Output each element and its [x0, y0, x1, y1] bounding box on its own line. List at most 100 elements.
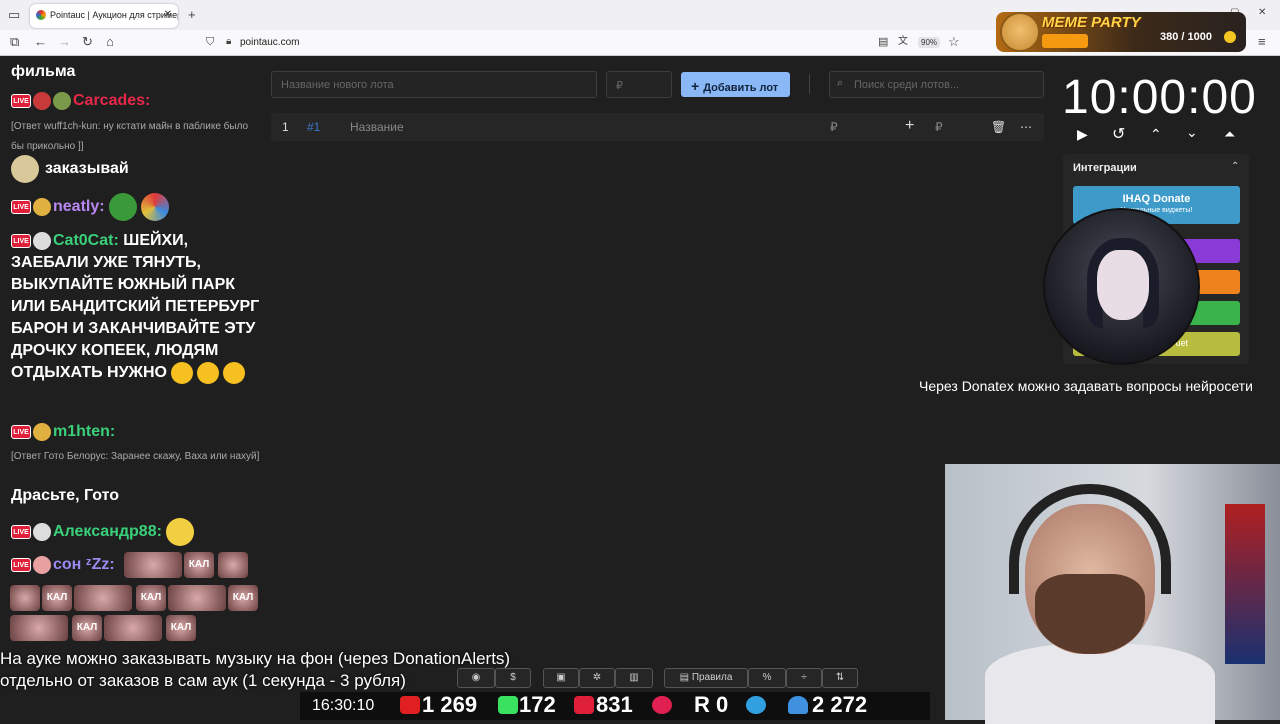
- sidebar-icon[interactable]: ⧉: [10, 35, 19, 49]
- new-lot-input[interactable]: Название нового лота: [271, 71, 597, 98]
- stream-clock: 16:30:10: [312, 697, 375, 714]
- add-lot-button[interactable]: + Добавить лот: [681, 72, 790, 97]
- ihaq-donate-label: IHAQ Donate: [1122, 193, 1191, 205]
- shield-icon[interactable]: ⛉: [206, 35, 214, 49]
- badge-icon: [33, 556, 51, 574]
- forward-icon[interactable]: →: [58, 35, 71, 49]
- lot-name[interactable]: Название: [350, 120, 404, 134]
- reset-timer-icon[interactable]: ↺: [1112, 124, 1125, 144]
- percent-icon[interactable]: %: [748, 668, 786, 688]
- meme-party-title: MEME PARTY: [1042, 14, 1141, 31]
- reader-view-icon[interactable]: ▤: [878, 35, 888, 49]
- dollar-icon[interactable]: $: [495, 668, 531, 688]
- frog-emote-icon: [108, 193, 137, 221]
- add-lot-label: Добавить лот: [703, 82, 779, 94]
- lot-amount-currency[interactable]: ₽: [935, 120, 943, 134]
- emote-label: КАЛ: [76, 622, 98, 633]
- rules-button[interactable]: ▤ Правила: [664, 668, 748, 688]
- chat-message-text: ШЕЙХИ, ЗАЕБАЛИ УЖЕ ТЯНУТЬ, ВЫКУПАЙТЕ ЮЖН…: [11, 232, 260, 382]
- collapse-icon[interactable]: ⌃: [1231, 161, 1239, 172]
- translate-icon[interactable]: 文: [898, 35, 908, 49]
- caption-line: отдельно от заказов в сам аук (1 секунда…: [0, 671, 406, 690]
- live-badge-icon: LIVE: [11, 233, 31, 248]
- live-badge-icon: LIVE: [11, 425, 31, 439]
- reload-icon[interactable]: ↻: [82, 35, 93, 49]
- close-tab-icon[interactable]: ✕: [164, 9, 172, 20]
- kick-icon: [498, 696, 518, 714]
- vk-live-icon: [574, 696, 594, 714]
- r-platform-icon: R: [694, 692, 710, 717]
- lock-icon[interactable]: 🔒︎: [226, 35, 231, 49]
- home-icon[interactable]: ⌂: [106, 35, 114, 49]
- live-badge-icon: LIVE: [11, 200, 31, 214]
- emote-label: КАЛ: [170, 622, 192, 633]
- chat-message: LIVE Cat0Cat: ШЕЙХИ, ЗАЕБАЛИ УЖЕ ТЯНУТЬ, …: [11, 230, 266, 384]
- bug-icon[interactable]: ✲: [579, 668, 615, 688]
- lot-id: #1: [307, 120, 321, 134]
- chat-message: LIVE Carcades:: [11, 92, 150, 110]
- menu-icon[interactable]: ≡: [1258, 35, 1266, 49]
- lot-search-input[interactable]: ⌕ Поиск среди лотов...: [829, 71, 1044, 98]
- kal-emote-icon: [124, 552, 182, 578]
- meme-party-counter: 380 / 1000: [1160, 31, 1212, 43]
- back-icon[interactable]: ←: [34, 35, 47, 49]
- chat-message: LIVE Александр88:: [11, 518, 194, 546]
- chat-message: LIVE сон ᶻZz:: [11, 556, 115, 574]
- divide-icon[interactable]: ÷: [786, 668, 822, 688]
- close-window-icon[interactable]: ✕: [1258, 6, 1266, 20]
- badge-icon: [33, 198, 51, 216]
- sort-icon[interactable]: ⇅: [822, 668, 858, 688]
- tab-title: Pointauc | Аукцион для стримера: [50, 10, 178, 20]
- bookmark-star-icon[interactable]: ☆: [948, 35, 960, 49]
- spinner-emote-icon: [140, 193, 169, 221]
- chat-message: LIVE neatly:: [11, 193, 169, 221]
- chat-username: Александр88:: [53, 523, 162, 541]
- badge-icon: [33, 231, 51, 250]
- donatex-ticker: Через Donatex можно задавать вопросы ней…: [919, 378, 1253, 394]
- youtube-count: 1 269: [422, 692, 478, 717]
- more-options-icon[interactable]: ⋯: [1020, 120, 1032, 134]
- kal-emote-icon: КАЛ: [184, 552, 214, 578]
- kal-emote-icon: КАЛ: [166, 615, 196, 641]
- chat-message-text: Драсьте, Гото: [11, 487, 120, 504]
- github-icon[interactable]: ◉: [457, 668, 495, 688]
- delete-lot-icon[interactable]: 🗑︎: [991, 120, 1006, 134]
- emote-icon: [11, 155, 39, 183]
- emote-label: КАЛ: [46, 592, 68, 603]
- emote-icon: [223, 362, 245, 384]
- lot-currency: ₽: [830, 120, 838, 134]
- emote-icon: [171, 362, 193, 384]
- lot-row[interactable]: 1 #1 Название ₽ + ₽ 🗑︎ ⋯: [271, 113, 1044, 141]
- new-tab-icon[interactable]: +: [188, 8, 196, 22]
- chat-username: сон ᶻZz:: [53, 556, 115, 574]
- kal-emote-icon: [104, 615, 162, 641]
- vk-video-icon: [652, 696, 672, 714]
- badge-icon: [33, 92, 51, 110]
- decrease-timer-icon[interactable]: ⌄: [1186, 124, 1198, 141]
- meme-party-progress: [1042, 34, 1088, 48]
- double-up-icon[interactable]: ⏶: [1224, 126, 1235, 143]
- chat-username: neatly:: [53, 198, 105, 216]
- telegram-icon: [746, 696, 766, 714]
- play-icon[interactable]: ▶: [1077, 126, 1088, 143]
- lot-amount-input[interactable]: ₽: [606, 71, 672, 98]
- save-icon[interactable]: ▣: [543, 668, 579, 688]
- auction-timer: 10:00:00: [1062, 71, 1257, 124]
- clear-icon[interactable]: ▥: [615, 668, 653, 688]
- chat-username: Cat0Cat:: [53, 232, 119, 249]
- youtube-icon: [400, 696, 420, 714]
- tab-list-icon[interactable]: ▭: [8, 8, 20, 22]
- increase-timer-icon[interactable]: ⌃: [1150, 126, 1162, 143]
- url-field[interactable]: pointauc.com: [240, 37, 299, 48]
- browser-tab[interactable]: Pointauc | Аукцион для стримера ✕: [30, 4, 178, 28]
- kal-emote-icon: [74, 585, 132, 611]
- r-platform-count: 0: [716, 692, 729, 717]
- doge-icon: [1000, 12, 1040, 52]
- kick-count: 172: [519, 692, 556, 717]
- kal-emote-icon: [218, 552, 248, 578]
- emote-label: КАЛ: [188, 559, 210, 570]
- badge-icon: [33, 523, 51, 541]
- add-amount-icon[interactable]: +: [905, 117, 914, 135]
- zoom-level[interactable]: 90%: [918, 37, 941, 48]
- emote-icon: [197, 362, 219, 384]
